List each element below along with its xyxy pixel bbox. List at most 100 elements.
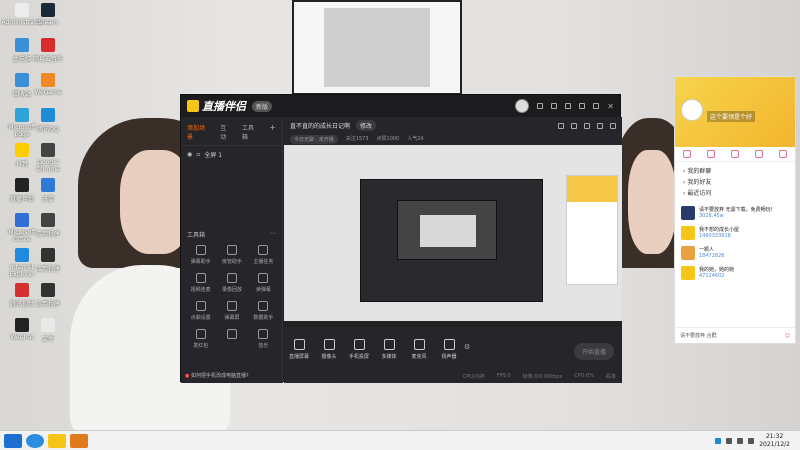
- contact-item[interactable]: 一颗人 18472826: [675, 243, 795, 263]
- message-icon[interactable]: [755, 150, 763, 158]
- desktop-icon-label: 腾讯QQ: [37, 126, 59, 133]
- chat-menu-item[interactable]: › 我的群聊: [683, 166, 787, 177]
- desktop-icon[interactable]: 文件: [26, 318, 70, 343]
- minimize-icon[interactable]: [579, 103, 586, 109]
- app-logo: 直播伴侣: [187, 98, 246, 114]
- source-control[interactable]: 麦克风: [404, 339, 434, 360]
- control-label: 麦克风: [411, 354, 427, 360]
- edit-title-button[interactable]: 修改: [356, 120, 377, 131]
- contact-item[interactable]: 我不想的成长小屋 1460333918: [675, 223, 795, 243]
- tool-item[interactable]: 主播任务: [248, 245, 279, 265]
- folder-taskbar-icon[interactable]: [48, 433, 66, 448]
- close-icon[interactable]: ✕: [607, 102, 614, 111]
- share-link-icon[interactable]: [584, 123, 590, 129]
- scene-item[interactable]: ◉ ▫ 全屏 1: [181, 146, 282, 163]
- settings-gear-icon[interactable]: ⚙: [464, 343, 470, 351]
- desktop-icon[interactable]: 腾讯QQ: [26, 108, 70, 133]
- desktop-icon-label: 应用程序: [35, 231, 60, 238]
- tool-icon: [195, 273, 206, 283]
- live-meta-item[interactable]: 今日无聊 · 未开播: [290, 135, 338, 144]
- lock-icon[interactable]: ▫: [196, 151, 200, 158]
- emoji-icon[interactable]: ☺: [785, 333, 790, 339]
- network-icon[interactable]: [737, 437, 744, 444]
- start-live-button[interactable]: 开始直播: [573, 343, 614, 360]
- tool-icon: [226, 301, 237, 311]
- shop-icon[interactable]: [558, 123, 564, 129]
- source-control[interactable]: 多媒体: [374, 339, 404, 360]
- source-control[interactable]: 手机投屏: [344, 339, 374, 360]
- bell-icon[interactable]: [597, 123, 603, 129]
- desktop-icon[interactable]: 网易云音乐: [26, 38, 70, 63]
- live-companion-taskbar-icon[interactable]: [70, 433, 88, 448]
- friends-icon[interactable]: [779, 150, 787, 158]
- chat-menu-item[interactable]: › 最近访问: [683, 188, 787, 199]
- home-icon[interactable]: [683, 150, 691, 158]
- tab-add-scene[interactable]: 添加场景: [187, 123, 210, 141]
- user-avatar[interactable]: [515, 99, 530, 113]
- clock[interactable]: 21:32 2021/12/2: [759, 433, 790, 449]
- start-button[interactable]: [4, 433, 22, 448]
- version-badge[interactable]: 新版: [252, 100, 273, 112]
- security-tray-icon[interactable]: [726, 437, 733, 444]
- add-scene-icon[interactable]: +: [269, 123, 276, 141]
- tool-item[interactable]: 录像回放: [216, 273, 247, 293]
- tool-item[interactable]: 房管助手: [216, 245, 247, 265]
- desktop-icon[interactable]: 应用程序: [26, 248, 70, 273]
- control-label: 手机投屏: [348, 354, 369, 360]
- control-icon: [323, 339, 335, 350]
- volume-icon[interactable]: [748, 437, 755, 444]
- tool-item[interactable]: 弹幕屏: [216, 301, 247, 321]
- logo-icon: [187, 100, 199, 112]
- tool-item[interactable]: [216, 329, 247, 349]
- source-control[interactable]: 直播屏幕: [284, 339, 314, 360]
- tab-toolbox[interactable]: 工具箱: [242, 123, 259, 141]
- lock-icon[interactable]: [571, 123, 577, 129]
- control-icon: [413, 339, 425, 350]
- menu-icon[interactable]: [565, 103, 572, 109]
- preview-nested-window: [360, 179, 543, 302]
- contacts-icon[interactable]: [707, 150, 715, 158]
- tool-item[interactable]: 点歌设置: [185, 301, 216, 321]
- tool-item[interactable]: 数据助手: [248, 301, 279, 321]
- source-control[interactable]: 摄像头: [314, 339, 344, 360]
- tool-item[interactable]: 视频连麦: [185, 273, 216, 293]
- contact-item[interactable]: 请不要放弃 无需下载，免费畅玩! 3026.45w: [675, 203, 795, 223]
- contact-name: 请不要放弃 无需下载，免费畅玩!: [699, 207, 773, 213]
- maximize-icon[interactable]: [593, 103, 600, 109]
- contact-id: 47124602: [699, 273, 725, 279]
- desktop-icon[interactable]: 迅雷: [26, 178, 70, 203]
- contact-item[interactable]: 我的她，她的她 47124602: [675, 263, 795, 283]
- tool-item[interactable]: 读弹幕: [248, 273, 279, 293]
- tool-label: 数据助手: [253, 315, 274, 321]
- tool-item[interactable]: 弹幕助手: [185, 245, 216, 265]
- tool-item[interactable]: 音乐: [248, 329, 279, 349]
- settings-icon[interactable]: [551, 103, 558, 109]
- status-item: 码率: [605, 374, 616, 380]
- source-control[interactable]: 扬声器: [434, 339, 464, 360]
- qq-tray-icon[interactable]: [715, 437, 722, 444]
- share-icon[interactable]: [610, 123, 616, 129]
- desktop-icon[interactable]: 应用程序: [26, 213, 70, 238]
- app-icon: [41, 3, 55, 17]
- tool-icon: [226, 273, 237, 283]
- control-label: 扬声器: [441, 354, 457, 360]
- desktop-icon[interactable]: Google Chrome: [26, 143, 70, 173]
- app-icon: [41, 213, 55, 227]
- app-icon: [41, 38, 55, 52]
- chat-header: 这个要领是个好: [675, 77, 795, 147]
- more-tools-icon[interactable]: ⋯: [270, 230, 276, 239]
- browser-taskbar-icon[interactable]: [26, 433, 44, 448]
- tab-interaction[interactable]: 互动: [220, 123, 232, 141]
- profile-avatar[interactable]: [681, 99, 703, 121]
- group-icon[interactable]: [731, 150, 739, 158]
- tool-item[interactable]: 发红包: [185, 329, 216, 349]
- desktop-icon[interactable]: Steam: [26, 3, 70, 26]
- help-hint[interactable]: ● 如何把手机改成电脑直播?: [185, 372, 249, 379]
- message-icon[interactable]: [537, 103, 544, 109]
- desktop-icon[interactable]: WeGame: [26, 73, 70, 96]
- chat-menu-item[interactable]: › 我的好友: [683, 177, 787, 188]
- status-item: 帧率:0/0.00kbps: [522, 374, 563, 380]
- desktop-icon[interactable]: 应用程序: [26, 283, 70, 308]
- eye-icon[interactable]: ◉: [187, 151, 192, 158]
- desktop-icon-label: 应用程序: [35, 266, 60, 273]
